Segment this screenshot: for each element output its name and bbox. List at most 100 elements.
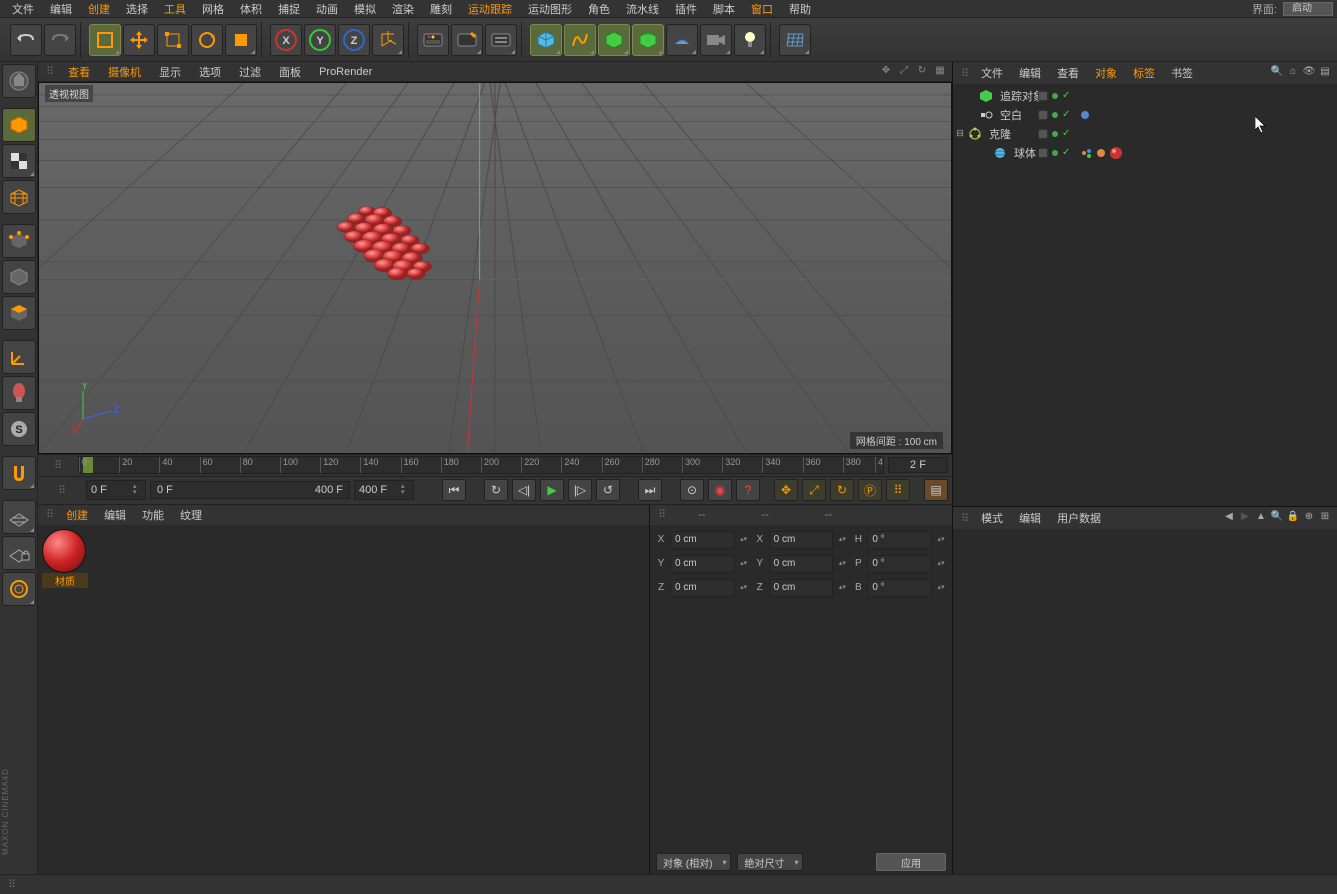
- search-icon[interactable]: 🔍: [1270, 66, 1284, 80]
- workplane-mode-button[interactable]: [2, 180, 36, 214]
- tree-row-sphere[interactable]: 球体 ✓: [955, 143, 1335, 162]
- key-rot-button[interactable]: ↻: [830, 479, 854, 501]
- vp-menu-panel[interactable]: 面板: [271, 63, 309, 81]
- material-name[interactable]: 材质: [42, 573, 88, 588]
- menu-create[interactable]: 创建: [80, 0, 118, 18]
- apply-button[interactable]: 应用: [876, 853, 946, 871]
- pin-icon[interactable]: ⊕: [1302, 511, 1316, 525]
- recent-tool[interactable]: [225, 24, 257, 56]
- expand-toggle[interactable]: ⊟: [955, 128, 965, 139]
- menu-help[interactable]: 帮助: [781, 0, 819, 18]
- play-button[interactable]: ▶: [540, 479, 564, 501]
- loop-fwd-button[interactable]: ↺: [596, 479, 620, 501]
- menu-script[interactable]: 脚本: [705, 0, 743, 18]
- workplane-button[interactable]: [2, 500, 36, 534]
- menu-animate[interactable]: 动画: [308, 0, 346, 18]
- viewport-solo-button[interactable]: [2, 376, 36, 410]
- mat-menu-function[interactable]: 功能: [134, 506, 172, 524]
- viewport-3d[interactable]: 透视视图 网格间距 : 100 cm YZX: [38, 82, 952, 454]
- obj-menu-objects[interactable]: 对象: [1087, 64, 1125, 82]
- vp-nav-icon-2[interactable]: ⤢: [897, 65, 911, 79]
- menu-pipeline[interactable]: 流水线: [618, 0, 667, 18]
- tree-row-null[interactable]: 空白 ✓: [955, 105, 1335, 124]
- layer-dot[interactable]: [1038, 110, 1048, 120]
- size-mode-dropdown[interactable]: 绝对尺寸: [737, 853, 803, 871]
- pos-x-field[interactable]: 0 cm: [670, 531, 735, 549]
- timeline-track[interactable]: 0 20 40 60 80 100 120 140 160 180 200 22…: [78, 456, 884, 474]
- visibility-dot[interactable]: [1052, 112, 1058, 118]
- render-view-button[interactable]: [417, 24, 449, 56]
- size-x-field[interactable]: 0 cm: [769, 531, 834, 549]
- nav-fwd-icon[interactable]: ▶: [1238, 511, 1252, 525]
- material-swatch[interactable]: 材质: [42, 529, 88, 588]
- x-axis-lock[interactable]: X: [270, 24, 302, 56]
- coord-mode-dropdown[interactable]: 对象 (相对): [656, 853, 731, 871]
- add-environment-button[interactable]: [666, 24, 698, 56]
- menu-character[interactable]: 角色: [580, 0, 618, 18]
- mat-menu-texture[interactable]: 纹理: [172, 506, 210, 524]
- rigid-tag-icon[interactable]: [1095, 147, 1107, 159]
- loop-button[interactable]: ↻: [484, 479, 508, 501]
- start-frame-field[interactable]: 0 F▴▾: [86, 480, 146, 500]
- attr-menu-edit[interactable]: 编辑: [1011, 509, 1049, 527]
- timeline-button[interactable]: ▤: [924, 479, 948, 501]
- rot-b-field[interactable]: 0 °: [867, 579, 932, 597]
- undo-button[interactable]: [10, 24, 42, 56]
- step-fwd-button[interactable]: |▷: [568, 479, 592, 501]
- enable-check-icon[interactable]: ✓: [1062, 109, 1070, 120]
- tag-icon[interactable]: [1081, 111, 1089, 119]
- add-spline-button[interactable]: [564, 24, 596, 56]
- add-deformer-button[interactable]: [632, 24, 664, 56]
- enable-check-icon[interactable]: ✓: [1062, 90, 1070, 101]
- eye-icon[interactable]: 👁: [1302, 66, 1316, 80]
- vp-nav-icon-3[interactable]: ↻: [915, 65, 929, 79]
- obj-menu-file[interactable]: 文件: [973, 64, 1011, 82]
- key-pos-button[interactable]: ✥: [774, 479, 798, 501]
- obj-menu-bookmarks[interactable]: 书签: [1163, 64, 1201, 82]
- layer-dot[interactable]: [1038, 148, 1048, 158]
- tree-row-tracker[interactable]: 追踪对象 ✓: [955, 86, 1335, 105]
- goto-end-button[interactable]: ⏭: [638, 479, 662, 501]
- mat-menu-create[interactable]: 创建: [58, 506, 96, 524]
- pos-z-field[interactable]: 0 cm: [670, 579, 735, 597]
- rot-p-field[interactable]: 0 °: [867, 555, 932, 573]
- size-y-field[interactable]: 0 cm: [769, 555, 834, 573]
- filter-icon[interactable]: ▤: [1318, 66, 1332, 80]
- render-pv-button[interactable]: [451, 24, 483, 56]
- end-frame-field[interactable]: 400 F▴▾: [354, 480, 414, 500]
- size-z-field[interactable]: 0 cm: [769, 579, 834, 597]
- planar-workplane-button[interactable]: [2, 572, 36, 606]
- floor-grid-button[interactable]: [779, 24, 811, 56]
- new-window-icon[interactable]: ⊞: [1318, 511, 1332, 525]
- add-generator-button[interactable]: [598, 24, 630, 56]
- range-slider[interactable]: 0 F400 F: [150, 481, 350, 499]
- mat-menu-edit[interactable]: 编辑: [96, 506, 134, 524]
- z-axis-lock[interactable]: Z: [338, 24, 370, 56]
- visibility-dot[interactable]: [1052, 93, 1058, 99]
- visibility-dot[interactable]: [1052, 150, 1058, 156]
- nav-up-icon[interactable]: ▲: [1254, 511, 1268, 525]
- interface-dropdown[interactable]: 启动: [1283, 2, 1333, 16]
- scale-tool[interactable]: [157, 24, 189, 56]
- search-icon[interactable]: 🔍: [1270, 511, 1284, 525]
- menu-tools[interactable]: 工具: [156, 0, 194, 18]
- attr-menu-mode[interactable]: 模式: [973, 509, 1011, 527]
- visibility-dot[interactable]: [1052, 131, 1058, 137]
- menu-render[interactable]: 渲染: [384, 0, 422, 18]
- key-param-button[interactable]: Ⓟ: [858, 479, 882, 501]
- points-mode-button[interactable]: [2, 224, 36, 258]
- layer-dot[interactable]: [1038, 91, 1048, 101]
- material-tag-icon[interactable]: [1109, 146, 1123, 160]
- snap-button[interactable]: S: [2, 412, 36, 446]
- menu-mesh[interactable]: 网格: [194, 0, 232, 18]
- add-camera-button[interactable]: [700, 24, 732, 56]
- make-editable-button[interactable]: [2, 64, 36, 98]
- menu-sculpt[interactable]: 雕刻: [422, 0, 460, 18]
- render-settings-button[interactable]: [485, 24, 517, 56]
- obj-menu-tags[interactable]: 标签: [1125, 64, 1163, 82]
- menu-volume[interactable]: 体积: [232, 0, 270, 18]
- vp-menu-filter[interactable]: 过滤: [231, 63, 269, 81]
- rotate-tool[interactable]: [191, 24, 223, 56]
- menu-select[interactable]: 选择: [118, 0, 156, 18]
- edges-mode-button[interactable]: [2, 260, 36, 294]
